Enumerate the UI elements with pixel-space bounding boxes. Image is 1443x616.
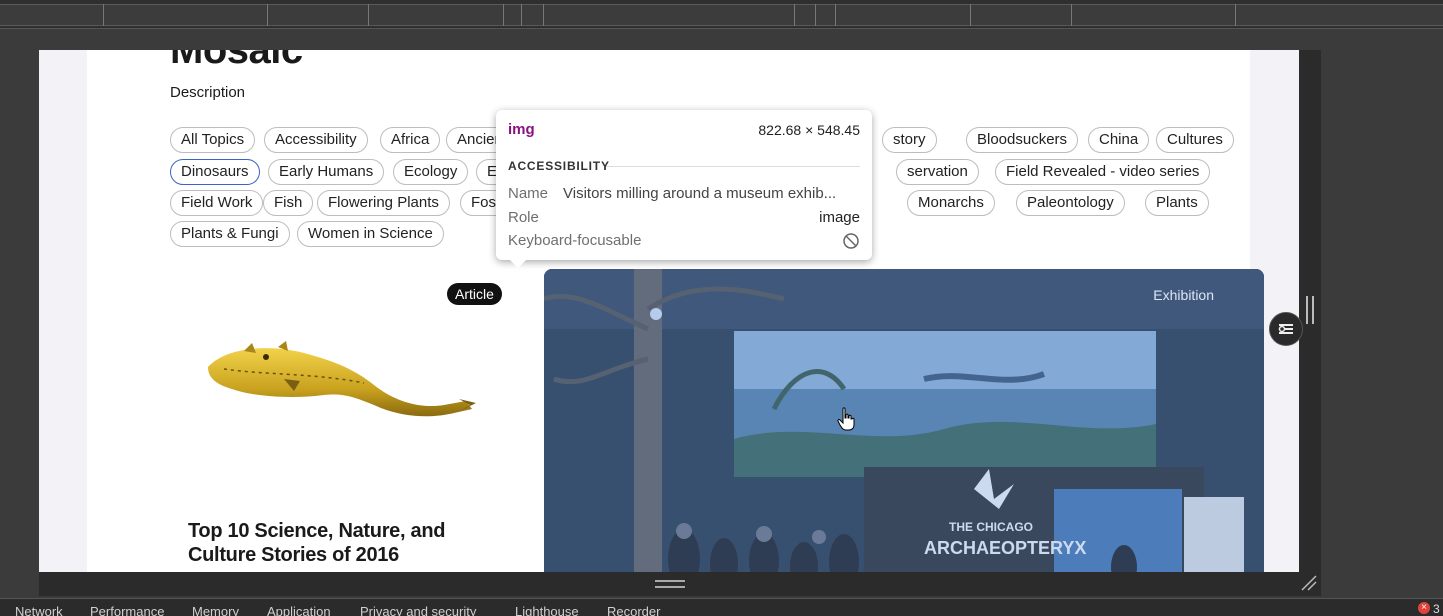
name-label: Name xyxy=(508,185,549,202)
topic-chip[interactable]: Monarchs xyxy=(907,190,995,216)
ruler-bar xyxy=(0,4,1443,26)
accessible-name-row: Name Visitors milling around a museum ex… xyxy=(508,185,860,205)
sliders-icon xyxy=(1278,324,1293,334)
exhibition-card[interactable]: THE CHICAGO ARCHAEOPTERYX Exhibition xyxy=(544,269,1264,572)
floating-settings-button[interactable] xyxy=(1269,312,1303,346)
error-icon[interactable]: × xyxy=(1418,602,1430,614)
topic-chip[interactable]: Fish xyxy=(263,190,314,216)
viewport-width-resize-handle[interactable] xyxy=(1306,296,1314,324)
hand-cursor-icon xyxy=(837,407,855,431)
inspect-tooltip: img 822.68 × 548.45 ACCESSIBILITY Name V… xyxy=(496,110,872,268)
role-label: Role xyxy=(508,209,539,226)
device-ruler xyxy=(0,0,1443,29)
ruler-tick xyxy=(543,4,544,26)
tab-privacy-security[interactable]: Privacy and security xyxy=(360,604,476,616)
ruler-tick xyxy=(1235,4,1236,26)
topic-chip[interactable]: Bloodsuckers xyxy=(966,127,1079,153)
inspect-highlight-overlay xyxy=(544,269,1264,572)
divider xyxy=(606,166,860,167)
resize-corner-icon[interactable] xyxy=(1300,574,1318,592)
name-value: Visitors milling around a museum exhib..… xyxy=(563,185,837,202)
topic-chip[interactable]: Field Work xyxy=(170,190,264,216)
blocked-icon xyxy=(842,232,860,254)
element-dimensions: 822.68 × 548.45 xyxy=(758,122,860,138)
devtools-tab-bar: Network Performance Memory Application P… xyxy=(0,598,1443,616)
tab-memory[interactable]: Memory xyxy=(192,604,239,616)
element-tag-name: img xyxy=(508,121,535,138)
topic-chip[interactable]: servation xyxy=(896,159,979,185)
page-description: Description xyxy=(170,84,246,101)
ruler-tick xyxy=(970,4,971,26)
topic-chip[interactable]: Africa xyxy=(380,127,441,153)
article-badge: Article xyxy=(447,283,502,305)
tab-performance[interactable]: Performance xyxy=(90,604,164,616)
topic-chip[interactable]: Ecology xyxy=(393,159,469,185)
exhibition-badge: Exhibition xyxy=(1153,287,1214,303)
tooltip-arrow xyxy=(510,260,526,268)
page-title: Mosaic xyxy=(170,50,303,72)
accessibility-heading: ACCESSIBILITY xyxy=(508,159,610,173)
topic-chip[interactable]: Plants & Fungi xyxy=(170,221,290,247)
topic-chip[interactable]: Field Revealed - video series xyxy=(995,159,1211,185)
ruler-tick xyxy=(815,4,816,26)
tab-network[interactable]: Network xyxy=(15,604,63,616)
ruler-tick xyxy=(103,4,104,26)
ruler-tick xyxy=(267,4,268,26)
role-value: image xyxy=(819,209,860,226)
viewport-height-resize-handle[interactable] xyxy=(655,580,685,588)
topic-chip[interactable]: Plants xyxy=(1145,190,1209,216)
article-card[interactable]: Article Top 10 Science, Nature, and Cult… xyxy=(170,269,510,572)
article-title[interactable]: Top 10 Science, Nature, and Culture Stor… xyxy=(188,519,488,567)
topic-chip[interactable]: Women in Science xyxy=(297,221,444,247)
topic-chip[interactable]: Early Humans xyxy=(268,159,385,185)
ruler-tick xyxy=(1071,4,1072,26)
ruler-tick xyxy=(794,4,795,26)
tab-recorder[interactable]: Recorder xyxy=(607,604,660,616)
ruler-tick xyxy=(503,4,504,26)
error-count[interactable]: 3 xyxy=(1433,602,1440,616)
tully-monster-image xyxy=(208,341,476,417)
topic-chip[interactable]: All Topics xyxy=(170,127,256,153)
topic-chip[interactable]: Flowering Plants xyxy=(317,190,450,216)
tab-application[interactable]: Application xyxy=(267,604,331,616)
ruler-tick xyxy=(835,4,836,26)
topic-chip[interactable]: story xyxy=(882,127,937,153)
ruler-tick xyxy=(368,4,369,26)
topic-chip[interactable]: Cultures xyxy=(1156,127,1234,153)
role-row: Role image xyxy=(508,209,860,229)
topic-chip[interactable]: China xyxy=(1088,127,1150,153)
keyboard-focusable-row: Keyboard-focusable xyxy=(508,232,860,252)
tab-lighthouse[interactable]: Lighthouse xyxy=(515,604,579,616)
topic-chip[interactable]: Paleontology xyxy=(1016,190,1125,216)
topic-chip-active[interactable]: Dinosaurs xyxy=(170,159,260,185)
focusable-label: Keyboard-focusable xyxy=(508,232,642,249)
topic-chip[interactable]: Accessibility xyxy=(264,127,368,153)
ruler-tick xyxy=(521,4,522,26)
